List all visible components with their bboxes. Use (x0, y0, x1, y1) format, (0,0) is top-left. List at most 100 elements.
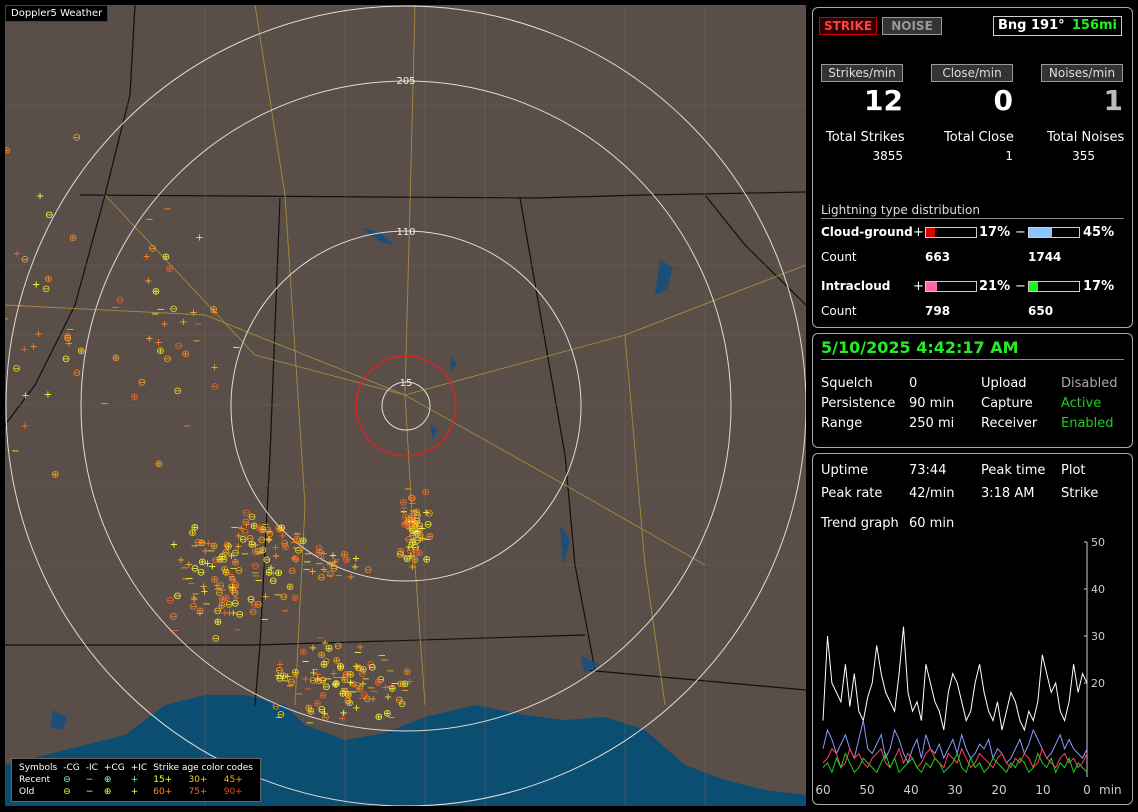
strike-marker: + (210, 308, 218, 319)
peak-rate-label: Peak rate (821, 486, 883, 501)
strike-marker: ⊕ (255, 523, 263, 534)
total-close-value: 1 (1005, 149, 1013, 163)
strike-marker: + (208, 562, 216, 573)
strike-marker: ⊕ (315, 547, 323, 558)
strike-marker: ⊖ (169, 304, 177, 315)
strike-marker: ⊖ (247, 594, 255, 605)
strike-marker: + (143, 251, 151, 262)
strike-marker: ⊕ (156, 346, 164, 357)
strike-marker: + (170, 539, 178, 550)
symbol-legend: Symbols -CG -IC +CG +IC Strike age color… (11, 758, 261, 802)
range-value: 250 mi (909, 416, 955, 431)
strike-marker: ⊕ (415, 548, 423, 559)
strike-marker: ⊕ (274, 568, 282, 579)
distribution-title: Lightning type distribution (821, 203, 980, 217)
capture-value[interactable]: Active (1061, 396, 1101, 411)
cg-plus-sign: + (913, 225, 924, 240)
strike-marker: ⊖ (212, 634, 220, 645)
strike-marker: ⊕ (130, 392, 138, 403)
range-label: Range (821, 416, 863, 431)
strike-marker: − (181, 574, 189, 585)
trend-series-line-0 (822, 626, 1088, 732)
total-strikes-value: 3855 (872, 149, 903, 163)
trend-graph-value: 60 min (909, 516, 955, 531)
strike-marker: ⊕ (112, 353, 120, 364)
strike-marker: ⊕ (51, 470, 59, 481)
strike-marker: ⊕ (265, 568, 273, 579)
x-tick-label: 10 (1035, 783, 1050, 797)
strike-marker: + (196, 608, 204, 619)
strike-marker: + (381, 683, 389, 694)
bearing-readout: Bng 191° 156mi (993, 16, 1122, 36)
strike-marker: ⊕ (403, 667, 411, 678)
strike-marker: ⊖ (251, 547, 259, 558)
strike-marker: ⊖ (242, 508, 250, 519)
strike-marker: ⊕ (336, 661, 344, 672)
strike-marker: − (252, 571, 260, 582)
cg-positive-bar (925, 227, 977, 238)
strike-marker: + (406, 677, 414, 688)
trend-graph: 50 40 30 20 60 50 40 30 20 10 0 min (815, 536, 1121, 797)
noise-indicator-button[interactable]: NOISE (882, 17, 942, 35)
cg-minus-sign: − (1015, 225, 1026, 240)
strike-marker: ⊕ (403, 554, 411, 565)
strike-marker: + (145, 334, 153, 345)
cloud-ground-label: Cloud-ground (821, 225, 913, 239)
bearing-value: Bng 191° (998, 18, 1065, 33)
strike-marker: − (274, 590, 282, 601)
strike-stats-panel: STRIKE NOISE Bng 191° 156mi Strikes/min … (812, 7, 1133, 328)
strike-marker: ⊕ (291, 593, 299, 604)
upload-value[interactable]: Disabled (1061, 376, 1117, 391)
receiver-value[interactable]: Enabled (1061, 416, 1114, 431)
strike-marker: ⊖ (236, 609, 244, 620)
strike-marker: − (171, 626, 179, 637)
strike-marker: − (311, 665, 319, 676)
x-tick-label: 0 (1083, 783, 1091, 797)
neg-cg-recent-icon: ⊖ (63, 775, 71, 785)
strike-marker: + (213, 580, 221, 591)
range-label-205: 205 (396, 76, 415, 87)
strike-marker: ⊖ (73, 368, 81, 379)
persistence-value: 90 min (909, 396, 955, 411)
map-canvas[interactable]: 205 110 15 +−⊖−+ ⊖⊕⊖⊖+−⊖−⊕−− −+⊖⊖⊕⊖⊕−−+⊕++… (5, 5, 806, 806)
plot-value[interactable]: Strike (1061, 486, 1098, 501)
strike-marker: ⊕ (401, 520, 409, 531)
strike-marker: + (326, 559, 334, 570)
strike-marker: ⊖ (241, 528, 249, 539)
strike-marker: ⊕ (277, 523, 285, 534)
strike-marker: + (271, 542, 279, 553)
ic-count-label: Count (821, 304, 857, 318)
ic-positive-count: 798 (925, 304, 951, 318)
strike-marker: ⊕ (340, 549, 348, 560)
strike-marker: + (369, 694, 377, 705)
capture-label: Capture (981, 396, 1033, 411)
y-tick-label: 20 (1091, 677, 1105, 690)
strikes-per-min-button[interactable]: Strikes/min (821, 64, 903, 82)
strike-marker: − (261, 615, 269, 626)
strike-marker: ⊖ (173, 591, 181, 602)
total-noises-value: 355 (1072, 149, 1095, 163)
plot-label: Plot (1061, 463, 1086, 478)
receiver-label: Receiver (981, 416, 1038, 431)
strike-marker: − (180, 563, 188, 574)
strike-marker: ⊖ (425, 509, 433, 520)
strike-indicator-button[interactable]: STRIKE (819, 17, 877, 35)
ic-negative-pct: 17% (1083, 279, 1115, 294)
close-per-min-button[interactable]: Close/min (931, 64, 1013, 82)
strike-marker: + (352, 703, 360, 714)
noises-per-min-button[interactable]: Noises/min (1041, 64, 1123, 82)
trend-graph-label: Trend graph (821, 516, 899, 531)
strike-marker: ⊖ (321, 712, 329, 723)
legend-old-label: Old (19, 787, 35, 797)
strike-marker: ⊖ (395, 695, 403, 706)
strike-marker: − (66, 325, 74, 336)
strike-marker: ⊕ (286, 582, 294, 593)
lightning-map[interactable]: 205 110 15 + − ⊖ − + ⊖ ⊕ ⊖ ⊖ + − ⊖ − ⊕ − − − + ⊖ ⊖ ⊕ ⊖ ⊕ − − + ⊕ + +… (5, 5, 806, 806)
total-noises-label: Total Noises (1047, 130, 1125, 145)
strike-marker: ⊕ (423, 554, 431, 565)
pos-cg-recent-icon: ⊕ (103, 775, 112, 785)
strikes-per-min-value: 12 (864, 84, 903, 117)
trend-panel: Uptime 73:44 Peak time Plot Peak rate 42… (812, 453, 1133, 805)
strike-marker: ⊕ (222, 548, 230, 559)
pos-ic-recent-icon: + (130, 775, 139, 785)
